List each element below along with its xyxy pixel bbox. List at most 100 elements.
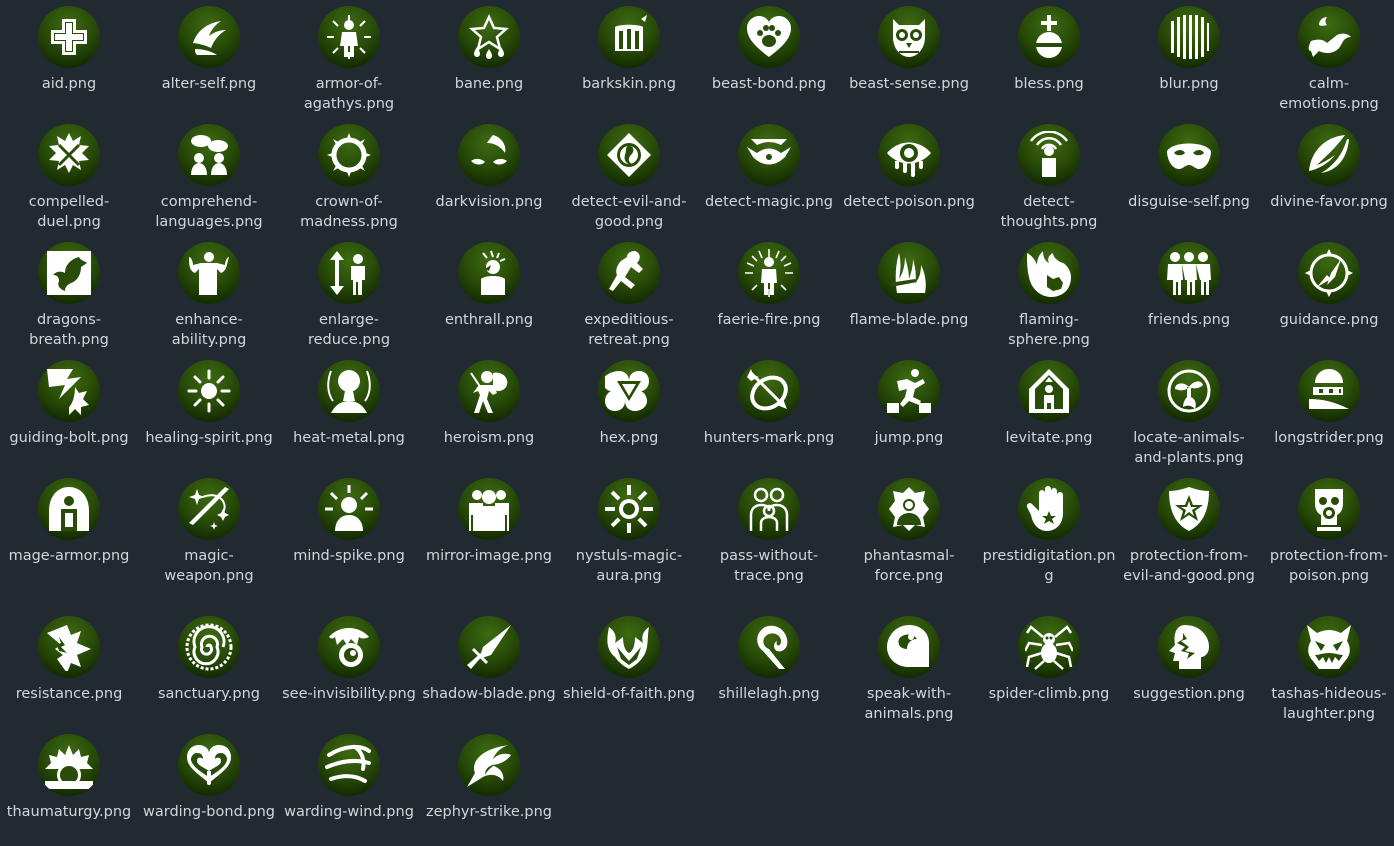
- guiding-bolt-icon: [38, 360, 100, 422]
- file-item[interactable]: sanctuary.png: [140, 610, 278, 728]
- mirror-image-icon: [458, 478, 520, 540]
- shillelagh-icon: [738, 616, 800, 678]
- file-name-label: speak-with-animals.png: [864, 686, 954, 722]
- file-item[interactable]: magic-weapon.png: [140, 472, 278, 590]
- flaming-sphere-icon: [1018, 242, 1080, 304]
- file-item[interactable]: heat-metal.png: [280, 354, 418, 472]
- file-item[interactable]: bless.png: [980, 0, 1118, 118]
- file-item[interactable]: phantasmal-force.png: [840, 472, 978, 590]
- file-item[interactable]: mirror-image.png: [420, 472, 558, 590]
- file-item[interactable]: friends.png: [1120, 236, 1258, 354]
- longstrider-icon: [1298, 360, 1360, 422]
- file-item[interactable]: armor-of-agathys.png: [280, 0, 418, 118]
- file-item[interactable]: shield-of-faith.png: [560, 610, 698, 728]
- file-item[interactable]: warding-bond.png: [140, 728, 278, 846]
- file-item[interactable]: suggestion.png: [1120, 610, 1258, 728]
- file-item[interactable]: jump.png: [840, 354, 978, 472]
- file-item[interactable]: expeditious-retreat.png: [560, 236, 698, 354]
- file-item[interactable]: tashas-hideous-laughter.png: [1260, 610, 1394, 728]
- file-item[interactable]: see-invisibility.png: [280, 610, 418, 728]
- file-item[interactable]: calm-emotions.png: [1260, 0, 1394, 118]
- file-item[interactable]: divine-favor.png: [1260, 118, 1394, 236]
- file-name-label: crown-of-madness.png: [300, 194, 398, 230]
- file-item[interactable]: prestidigitation.png: [980, 472, 1118, 590]
- file-item[interactable]: faerie-fire.png: [700, 236, 838, 354]
- file-item[interactable]: protection-from-evil-and-good.png: [1120, 472, 1258, 590]
- file-item[interactable]: darkvision.png: [420, 118, 558, 236]
- file-item[interactable]: blur.png: [1120, 0, 1258, 118]
- file-item[interactable]: speak-with-animals.png: [840, 610, 978, 728]
- file-item[interactable]: disguise-self.png: [1120, 118, 1258, 236]
- file-name-label: blur.png: [1159, 76, 1219, 92]
- enlarge-reduce-icon: [318, 242, 380, 304]
- file-item[interactable]: mind-spike.png: [280, 472, 418, 590]
- file-item[interactable]: alter-self.png: [140, 0, 278, 118]
- file-name-label: zephyr-strike.png: [425, 804, 552, 820]
- protection-from-evil-and-good-icon: [1158, 478, 1220, 540]
- file-item[interactable]: barkskin.png: [560, 0, 698, 118]
- file-name-label: warding-bond.png: [143, 804, 275, 820]
- disguise-self-icon: [1158, 124, 1220, 186]
- file-item[interactable]: aid.png: [0, 0, 138, 118]
- bane-icon: [458, 6, 520, 68]
- file-item[interactable]: resistance.png: [0, 610, 138, 728]
- file-item[interactable]: protection-from-poison.png: [1260, 472, 1394, 590]
- detect-magic-icon: [738, 124, 800, 186]
- file-item[interactable]: compelled-duel.png: [0, 118, 138, 236]
- barkskin-icon: [598, 6, 660, 68]
- file-item[interactable]: flame-blade.png: [840, 236, 978, 354]
- file-item[interactable]: enhance-ability.png: [140, 236, 278, 354]
- file-item[interactable]: thaumaturgy.png: [0, 728, 138, 846]
- file-item[interactable]: guiding-bolt.png: [0, 354, 138, 472]
- flame-blade-icon: [878, 242, 940, 304]
- file-item[interactable]: detect-magic.png: [700, 118, 838, 236]
- file-item[interactable]: beast-sense.png: [840, 0, 978, 118]
- calm-emotions-icon: [1298, 6, 1360, 68]
- file-item[interactable]: longstrider.png: [1260, 354, 1394, 472]
- alter-self-icon: [178, 6, 240, 68]
- file-item[interactable]: beast-bond.png: [700, 0, 838, 118]
- file-item[interactable]: enthrall.png: [420, 236, 558, 354]
- file-item[interactable]: warding-wind.png: [280, 728, 418, 846]
- file-item[interactable]: detect-evil-and-good.png: [560, 118, 698, 236]
- file-item[interactable]: detect-thoughts.png: [980, 118, 1118, 236]
- magic-weapon-icon: [178, 478, 240, 540]
- spider-climb-icon: [1018, 616, 1080, 678]
- file-item[interactable]: bane.png: [420, 0, 558, 118]
- file-name-label: flame-blade.png: [849, 312, 969, 328]
- shield-of-faith-icon: [598, 616, 660, 678]
- file-item[interactable]: flaming-sphere.png: [980, 236, 1118, 354]
- file-name-label: shield-of-faith.png: [563, 686, 695, 702]
- file-item[interactable]: heroism.png: [420, 354, 558, 472]
- file-item[interactable]: comprehend-languages.png: [140, 118, 278, 236]
- file-item[interactable]: enlarge-reduce.png: [280, 236, 418, 354]
- file-item[interactable]: nystuls-magic-aura.png: [560, 472, 698, 590]
- file-name-label: dragons-breath.png: [29, 312, 109, 348]
- file-item[interactable]: guidance.png: [1260, 236, 1394, 354]
- file-name-label: nystuls-magic-aura.png: [575, 548, 683, 584]
- file-item[interactable]: levitate.png: [980, 354, 1118, 472]
- nystuls-magic-aura-icon: [598, 478, 660, 540]
- file-item[interactable]: crown-of-madness.png: [280, 118, 418, 236]
- enhance-ability-icon: [178, 242, 240, 304]
- file-item[interactable]: pass-without-trace.png: [700, 472, 838, 590]
- file-item[interactable]: mage-armor.png: [0, 472, 138, 590]
- file-item[interactable]: shadow-blade.png: [420, 610, 558, 728]
- file-item[interactable]: detect-poison.png: [840, 118, 978, 236]
- file-name-label: darkvision.png: [435, 194, 543, 210]
- file-item[interactable]: locate-animals-and-plants.png: [1120, 354, 1258, 472]
- expeditious-retreat-icon: [598, 242, 660, 304]
- file-item[interactable]: hex.png: [560, 354, 698, 472]
- file-name-label: armor-of-agathys.png: [303, 76, 395, 112]
- file-item[interactable]: shillelagh.png: [700, 610, 838, 728]
- file-item[interactable]: healing-spirit.png: [140, 354, 278, 472]
- file-item[interactable]: dragons-breath.png: [0, 236, 138, 354]
- comprehend-languages-icon: [178, 124, 240, 186]
- file-item[interactable]: spider-climb.png: [980, 610, 1118, 728]
- file-item[interactable]: hunters-mark.png: [700, 354, 838, 472]
- file-name-label: guiding-bolt.png: [9, 430, 129, 446]
- file-name-label: sanctuary.png: [157, 686, 261, 702]
- file-item[interactable]: zephyr-strike.png: [420, 728, 558, 846]
- aid-icon: [38, 6, 100, 68]
- file-grid: aid.png alter-self.png armor-of-agathys.pn…: [0, 0, 1394, 846]
